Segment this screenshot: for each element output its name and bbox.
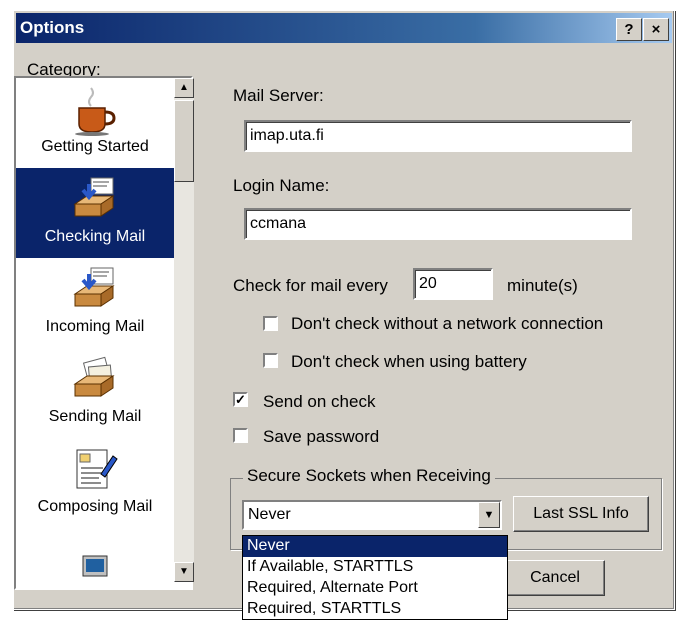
ssl-option[interactable]: Required, STARTTLS	[243, 599, 507, 619]
inbox-tray-icon	[71, 174, 119, 231]
cancel-button[interactable]: Cancel	[505, 560, 605, 596]
ssl-select[interactable]: Never ▼	[242, 500, 502, 530]
ssl-dropdown-list[interactable]: Never If Available, STARTTLS Required, A…	[242, 535, 508, 620]
category-item-label: Getting Started	[41, 138, 149, 155]
computer-icon	[71, 534, 119, 588]
ssl-select-value: Never	[248, 506, 291, 523]
chevron-down-icon[interactable]: ▼	[478, 502, 500, 528]
title-bar: Options ? ×	[16, 13, 672, 43]
ssl-group-label: Secure Sockets when Receiving	[243, 466, 495, 486]
scroll-down-button[interactable]: ▼	[174, 562, 194, 582]
scroll-thumb[interactable]	[174, 100, 194, 182]
category-item-composing-mail[interactable]: Composing Mail	[16, 438, 174, 528]
battery-checkbox[interactable]	[263, 353, 278, 368]
check-every-label: Check for mail every	[233, 276, 388, 295]
close-button[interactable]: ×	[643, 18, 669, 41]
ssl-option[interactable]: If Available, STARTTLS	[243, 557, 507, 578]
compose-document-icon	[71, 444, 119, 501]
login-name-label: Login Name:	[233, 176, 330, 195]
category-item-label: Sending Mail	[48, 408, 142, 425]
category-item-checking-mail[interactable]: Checking Mail	[16, 168, 174, 258]
no-network-checkbox[interactable]	[263, 316, 278, 331]
save-password-checkbox[interactable]	[233, 428, 248, 443]
last-ssl-info-button[interactable]: Last SSL Info	[513, 496, 649, 532]
category-item-sending-mail[interactable]: Sending Mail	[16, 348, 174, 438]
mail-server-label: Mail Server:	[233, 86, 324, 105]
category-list[interactable]: Getting Started Checking Mail Incoming M…	[14, 76, 193, 590]
send-on-check-checkbox[interactable]: ✓	[233, 392, 248, 407]
ssl-option[interactable]: Never	[243, 536, 507, 557]
save-password-label: Save password	[263, 427, 380, 446]
window-title: Options	[20, 18, 85, 37]
battery-label: Don't check when using battery	[291, 352, 527, 371]
minutes-label: minute(s)	[507, 276, 578, 295]
mail-server-input[interactable]: imap.uta.fi	[244, 120, 632, 152]
check-interval-input[interactable]: 20	[413, 268, 493, 300]
category-item-incoming-mail[interactable]: Incoming Mail	[16, 258, 174, 348]
category-item-getting-started[interactable]: Getting Started	[16, 78, 174, 168]
no-network-label: Don't check without a network connection	[291, 314, 604, 333]
scroll-up-button[interactable]: ▲	[174, 78, 194, 98]
category-item-label: Composing Mail	[37, 498, 153, 515]
category-scrollbar[interactable]: ▲ ▼	[174, 78, 194, 582]
send-on-check-label: Send on check	[263, 392, 376, 411]
coffee-cup-icon	[71, 84, 119, 141]
ssl-option[interactable]: Required, Alternate Port	[243, 578, 507, 599]
inbox-tray-icon	[71, 264, 119, 321]
help-button[interactable]: ?	[616, 18, 642, 41]
category-item-label: Incoming Mail	[45, 318, 145, 335]
category-item-label: Checking Mail	[44, 228, 146, 245]
outbox-tray-icon	[71, 354, 119, 411]
category-item-partial[interactable]	[16, 528, 174, 588]
login-name-input[interactable]: ccmana	[244, 208, 632, 240]
